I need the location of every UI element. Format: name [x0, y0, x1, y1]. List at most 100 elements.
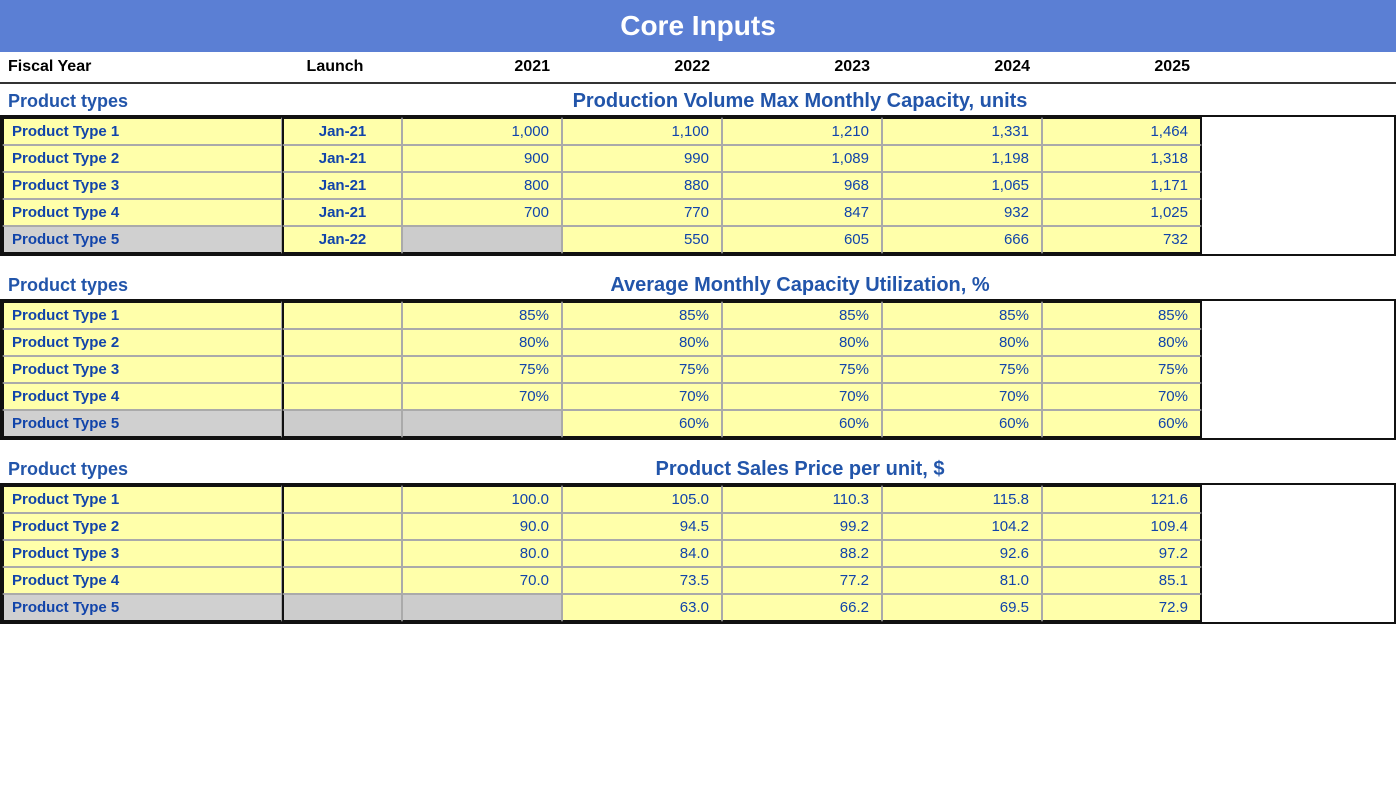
cell-capacity_utilization-2-1: 75%	[562, 356, 722, 383]
section-label-sales_price: Product types	[0, 453, 280, 482]
col-2023: 2023	[720, 58, 880, 76]
cell-sales_price-4-4: 72.9	[1042, 594, 1202, 622]
row-name-production_volume-0: Product Type 1	[2, 117, 282, 145]
row-name-production_volume-4: Product Type 5	[2, 226, 282, 254]
cell-capacity_utilization-4-1: 60%	[562, 410, 722, 438]
cell-production_volume-2-4: 1,171	[1042, 172, 1202, 199]
section-title-production_volume: Production Volume Max Monthly Capacity, …	[400, 84, 1200, 115]
row-launch-sales_price-0	[282, 485, 402, 513]
cell-capacity_utilization-3-0: 70%	[402, 383, 562, 410]
section-header-capacity_utilization: Product types Average Monthly Capacity Ut…	[0, 268, 1396, 299]
row-launch-sales_price-3	[282, 567, 402, 594]
row-launch-sales_price-1	[282, 513, 402, 540]
row-name-capacity_utilization-2: Product Type 3	[2, 356, 282, 383]
cell-capacity_utilization-0-4: 85%	[1042, 301, 1202, 329]
cell-production_volume-2-3: 1,065	[882, 172, 1042, 199]
cell-capacity_utilization-4-0	[402, 410, 562, 438]
cell-production_volume-3-0: 700	[402, 199, 562, 226]
row-launch-production_volume-1: Jan-21	[282, 145, 402, 172]
row-launch-capacity_utilization-2	[282, 356, 402, 383]
cell-sales_price-3-2: 77.2	[722, 567, 882, 594]
cell-capacity_utilization-0-1: 85%	[562, 301, 722, 329]
cell-sales_price-2-3: 92.6	[882, 540, 1042, 567]
section-title-capacity_utilization: Average Monthly Capacity Utilization, %	[400, 268, 1200, 299]
cell-production_volume-1-4: 1,318	[1042, 145, 1202, 172]
section-title-sales_price: Product Sales Price per unit, $	[400, 452, 1200, 483]
cell-sales_price-0-4: 121.6	[1042, 485, 1202, 513]
section-label-capacity_utilization: Product types	[0, 269, 280, 298]
cell-sales_price-1-0: 90.0	[402, 513, 562, 540]
cell-sales_price-2-2: 88.2	[722, 540, 882, 567]
cell-production_volume-2-0: 800	[402, 172, 562, 199]
cell-production_volume-0-0: 1,000	[402, 117, 562, 145]
cell-capacity_utilization-1-1: 80%	[562, 329, 722, 356]
cell-sales_price-3-0: 70.0	[402, 567, 562, 594]
cell-production_volume-0-4: 1,464	[1042, 117, 1202, 145]
row-launch-capacity_utilization-1	[282, 329, 402, 356]
cell-capacity_utilization-2-2: 75%	[722, 356, 882, 383]
cell-production_volume-3-4: 1,025	[1042, 199, 1202, 226]
cell-production_volume-4-2: 605	[722, 226, 882, 254]
cell-capacity_utilization-3-1: 70%	[562, 383, 722, 410]
cell-sales_price-4-3: 69.5	[882, 594, 1042, 622]
cell-capacity_utilization-3-4: 70%	[1042, 383, 1202, 410]
cell-sales_price-1-1: 94.5	[562, 513, 722, 540]
cell-production_volume-2-2: 968	[722, 172, 882, 199]
cell-sales_price-4-2: 66.2	[722, 594, 882, 622]
section-header-production_volume: Product types Production Volume Max Month…	[0, 84, 1396, 115]
cell-capacity_utilization-3-2: 70%	[722, 383, 882, 410]
cell-sales_price-0-0: 100.0	[402, 485, 562, 513]
cell-production_volume-0-2: 1,210	[722, 117, 882, 145]
row-launch-production_volume-0: Jan-21	[282, 117, 402, 145]
cell-sales_price-1-3: 104.2	[882, 513, 1042, 540]
cell-sales_price-4-1: 63.0	[562, 594, 722, 622]
row-name-production_volume-2: Product Type 3	[2, 172, 282, 199]
cell-capacity_utilization-2-0: 75%	[402, 356, 562, 383]
cell-capacity_utilization-4-3: 60%	[882, 410, 1042, 438]
row-name-sales_price-1: Product Type 2	[2, 513, 282, 540]
cell-production_volume-1-2: 1,089	[722, 145, 882, 172]
cell-sales_price-0-1: 105.0	[562, 485, 722, 513]
row-name-sales_price-0: Product Type 1	[2, 485, 282, 513]
cell-sales_price-2-4: 97.2	[1042, 540, 1202, 567]
cell-sales_price-3-4: 85.1	[1042, 567, 1202, 594]
cell-sales_price-2-1: 84.0	[562, 540, 722, 567]
cell-production_volume-4-0	[402, 226, 562, 254]
row-launch-production_volume-4: Jan-22	[282, 226, 402, 254]
table-production_volume: Product Type 1Jan-211,0001,1001,2101,331…	[0, 115, 1396, 256]
section-production_volume: Product types Production Volume Max Month…	[0, 84, 1396, 256]
page-wrapper: Core Inputs Fiscal Year Launch 2021 2022…	[0, 0, 1396, 624]
cell-sales_price-2-0: 80.0	[402, 540, 562, 567]
cell-sales_price-0-3: 115.8	[882, 485, 1042, 513]
cell-capacity_utilization-2-4: 75%	[1042, 356, 1202, 383]
cell-production_volume-3-3: 932	[882, 199, 1042, 226]
cell-production_volume-1-3: 1,198	[882, 145, 1042, 172]
cell-production_volume-3-1: 770	[562, 199, 722, 226]
table-capacity_utilization: Product Type 185%85%85%85%85%Product Typ…	[0, 299, 1396, 440]
section-sales_price: Product types Product Sales Price per uni…	[0, 452, 1396, 624]
section-header-sales_price: Product types Product Sales Price per uni…	[0, 452, 1396, 483]
cell-sales_price-1-4: 109.4	[1042, 513, 1202, 540]
row-launch-production_volume-2: Jan-21	[282, 172, 402, 199]
cell-sales_price-3-1: 73.5	[562, 567, 722, 594]
row-name-capacity_utilization-3: Product Type 4	[2, 383, 282, 410]
row-launch-sales_price-2	[282, 540, 402, 567]
row-launch-capacity_utilization-0	[282, 301, 402, 329]
section-capacity_utilization: Product types Average Monthly Capacity Ut…	[0, 268, 1396, 440]
row-name-capacity_utilization-1: Product Type 2	[2, 329, 282, 356]
cell-sales_price-0-2: 110.3	[722, 485, 882, 513]
row-name-sales_price-2: Product Type 3	[2, 540, 282, 567]
row-name-sales_price-3: Product Type 4	[2, 567, 282, 594]
row-name-sales_price-4: Product Type 5	[2, 594, 282, 622]
row-launch-sales_price-4	[282, 594, 402, 622]
cell-capacity_utilization-1-2: 80%	[722, 329, 882, 356]
table-sales_price: Product Type 1 100.0105.0110.3115.8121.6 P…	[0, 483, 1396, 624]
cell-production_volume-1-0: 900	[402, 145, 562, 172]
cell-capacity_utilization-0-3: 85%	[882, 301, 1042, 329]
col-fiscal-year: Fiscal Year	[0, 58, 280, 76]
cell-production_volume-4-4: 732	[1042, 226, 1202, 254]
cell-production_volume-0-3: 1,331	[882, 117, 1042, 145]
section-label-production_volume: Product types	[0, 85, 280, 114]
row-name-production_volume-3: Product Type 4	[2, 199, 282, 226]
column-headers: Fiscal Year Launch 2021 2022 2023 2024 2…	[0, 52, 1396, 84]
